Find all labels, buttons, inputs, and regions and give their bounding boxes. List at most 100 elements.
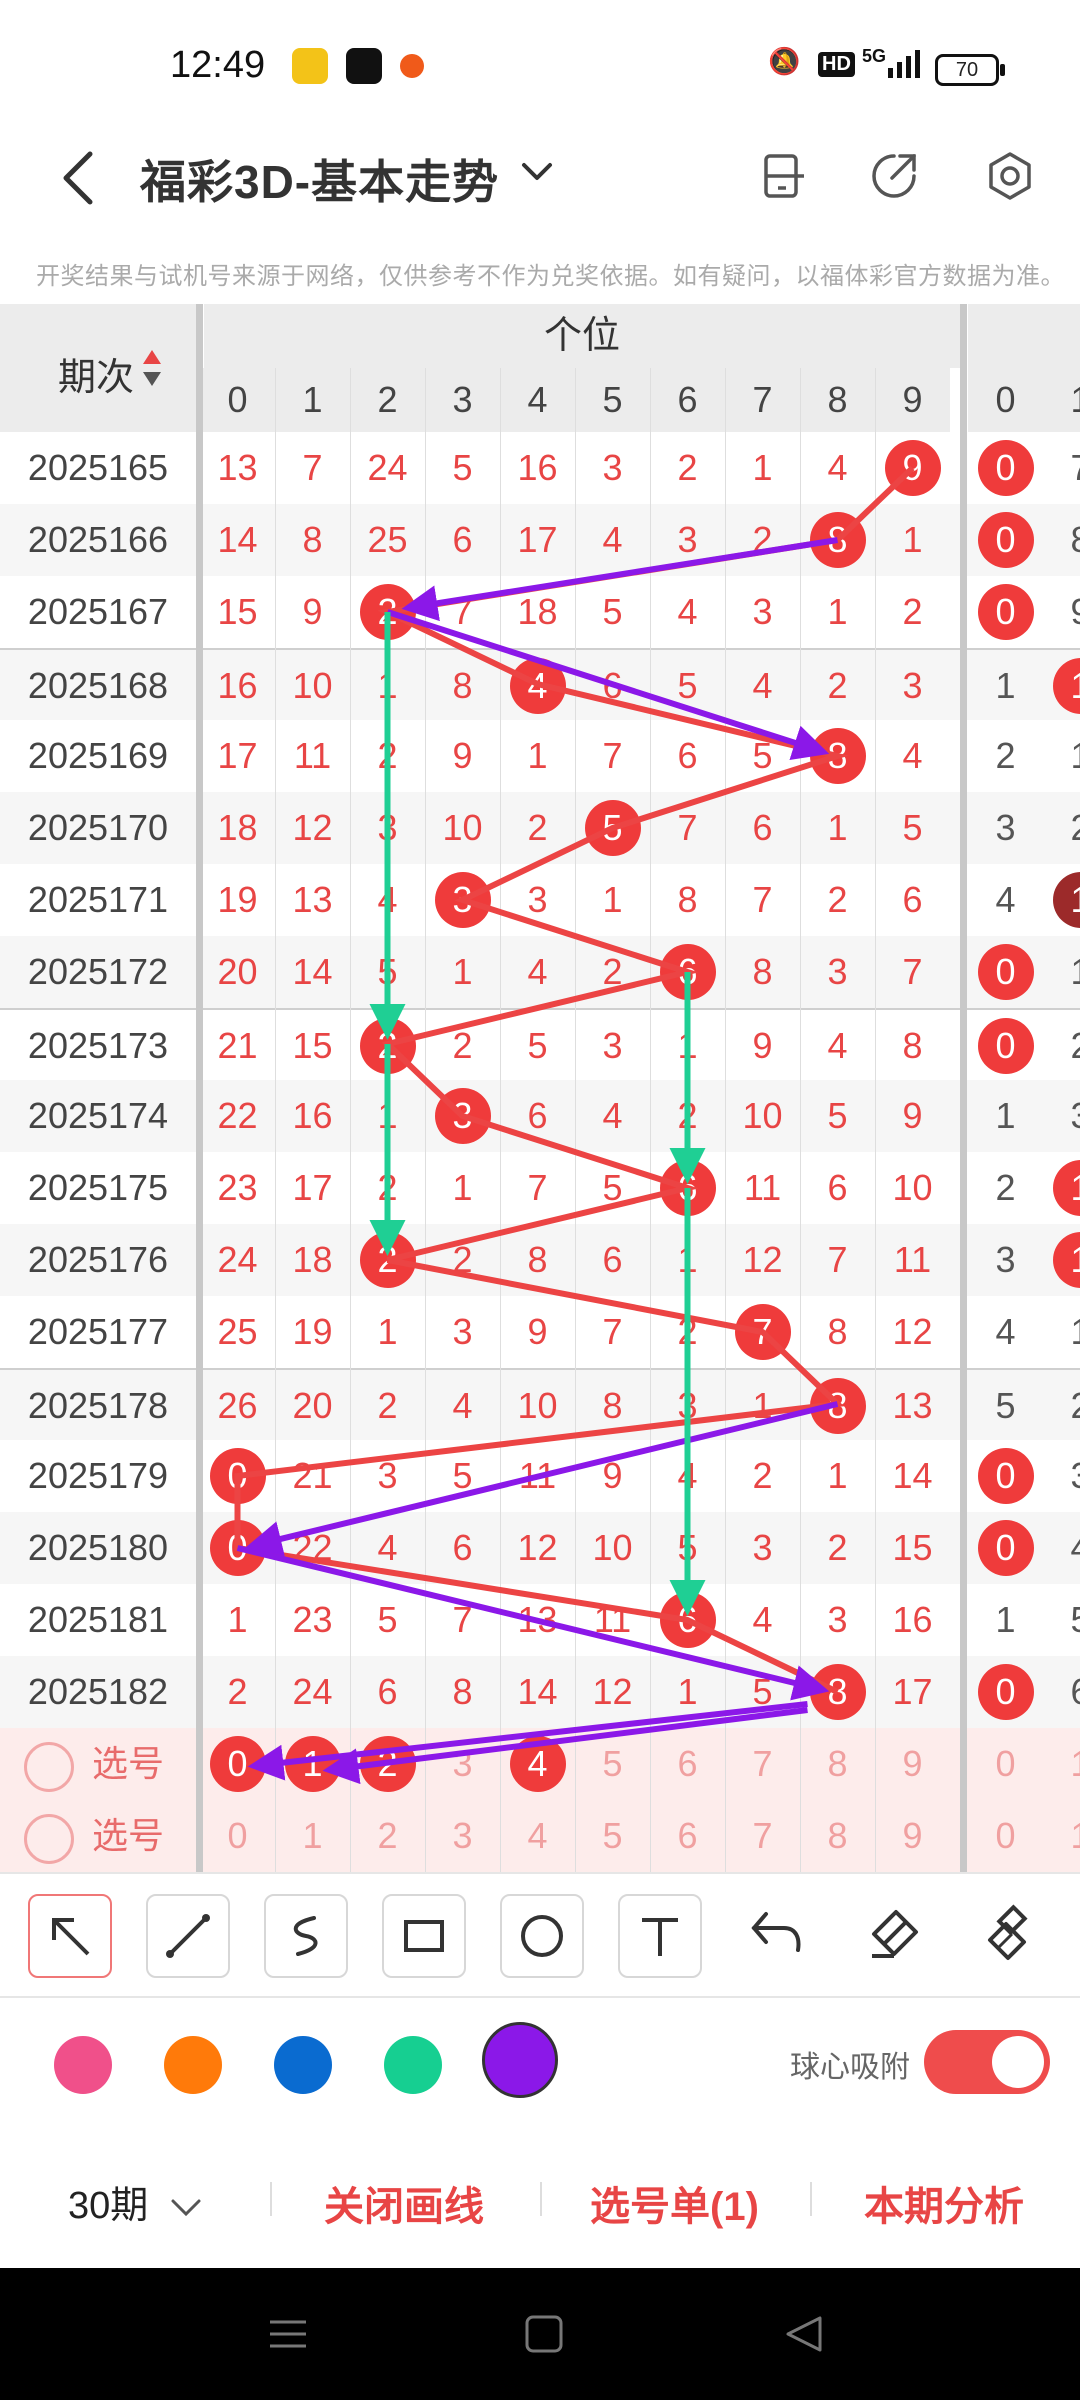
pick-row-radio[interactable] (24, 1742, 74, 1792)
rectangle-tool[interactable] (382, 1894, 466, 1978)
pick-ball[interactable]: 7 (725, 1800, 800, 1872)
hit-ball[interactable]: 1 (1052, 1160, 1080, 1216)
line-tool[interactable] (146, 1894, 230, 1978)
table-row[interactable]: 2025177251913972781241 (0, 1296, 1080, 1368)
pick-ball[interactable]: 2 (350, 1800, 425, 1872)
pick-ball[interactable]: 1 (1043, 1800, 1080, 1872)
pick-ball[interactable]: 7 (725, 1728, 800, 1800)
undo-icon[interactable] (748, 1904, 808, 1969)
table-row[interactable]: 2025166148256174328108 (0, 504, 1080, 576)
table-row[interactable]: 20251762418228611271131 (0, 1224, 1080, 1296)
back-icon[interactable] (52, 146, 112, 206)
pick-ball[interactable]: 3 (425, 1800, 500, 1872)
hit-ball[interactable]: 0 (977, 512, 1034, 568)
eraser-icon[interactable] (864, 1904, 924, 1969)
hit-ball[interactable]: 0 (977, 584, 1034, 640)
sort-icon[interactable] (142, 348, 162, 388)
pick-list-button[interactable]: 选号单(1) (590, 2174, 759, 2232)
menu-nav-icon[interactable] (268, 2314, 308, 2359)
pick-ball[interactable]: 0 (200, 1800, 275, 1872)
hit-ball[interactable]: 2 (359, 584, 416, 640)
hit-ball[interactable]: 7 (734, 1304, 791, 1360)
table-row[interactable]: 20251822246814121581706 (0, 1656, 1080, 1728)
hit-ball[interactable]: 1 (1052, 658, 1080, 714)
hit-ball[interactable]: 6 (659, 944, 716, 1000)
hit-ball[interactable]: 5 (584, 800, 641, 856)
chevron-down-icon[interactable] (520, 154, 554, 199)
table-row[interactable]: 20251782620241083181352 (0, 1368, 1080, 1442)
hit-ball[interactable]: 0 (977, 1664, 1034, 1720)
pick-row[interactable]: 选号012345678901 (0, 1800, 1080, 1872)
color-swatch-purple[interactable] (482, 2022, 558, 2098)
pick-row[interactable]: 选号012345678901 (0, 1728, 1080, 1800)
color-swatch-pink[interactable] (54, 2036, 112, 2094)
pick-ball-selected[interactable]: 2 (359, 1736, 416, 1792)
period-header[interactable]: 期次 (0, 304, 196, 432)
hit-ball[interactable]: 2 (359, 1232, 416, 1288)
pick-ball[interactable]: 9 (875, 1800, 950, 1872)
hit-ball[interactable]: 3 (434, 1088, 491, 1144)
table-row[interactable]: 202517321152253194802 (0, 1008, 1080, 1082)
color-swatch-orange[interactable] (164, 2036, 222, 2094)
pick-ball[interactable]: 8 (800, 1728, 875, 1800)
circle-tool[interactable] (500, 1894, 584, 1978)
back-nav-icon[interactable] (784, 2314, 824, 2359)
hit-ball[interactable]: 0 (209, 1520, 266, 1576)
table-row[interactable]: 202517119134331872641 (0, 864, 1080, 936)
pick-ball[interactable]: 4 (500, 1800, 575, 1872)
pick-ball[interactable]: 8 (800, 1800, 875, 1872)
pick-ball[interactable]: 3 (425, 1728, 500, 1800)
settings-gear-icon[interactable] (984, 150, 1036, 202)
hit-ball[interactable]: 0 (977, 1018, 1034, 1074)
table-row[interactable]: 20251800224612105321504 (0, 1512, 1080, 1584)
hit-ball[interactable]: 6 (659, 1592, 716, 1648)
hit-ball[interactable]: 0 (977, 944, 1034, 1000)
pick-ball[interactable]: 0 (968, 1800, 1043, 1872)
pick-ball[interactable]: 5 (575, 1800, 650, 1872)
table-row[interactable]: 2025174221613642105913 (0, 1080, 1080, 1152)
table-row[interactable]: 202516816101846542311 (0, 648, 1080, 722)
table-row[interactable]: 20251752317217561161021 (0, 1152, 1080, 1224)
hit-ball[interactable]: 8 (809, 512, 866, 568)
hit-ball[interactable]: 0 (977, 1448, 1034, 1504)
pick-ball-selected[interactable]: 4 (509, 1736, 566, 1792)
freehand-tool[interactable] (264, 1894, 348, 1978)
text-tool[interactable] (618, 1894, 702, 1978)
hit-ball[interactable]: 2 (359, 1018, 416, 1074)
analysis-button[interactable]: 本期分析 (864, 2174, 1024, 2232)
table-row[interactable]: 20251811235713116431615 (0, 1584, 1080, 1656)
table-row[interactable]: 2025170181231025761532 (0, 792, 1080, 864)
table-row[interactable]: 202517220145142683701 (0, 936, 1080, 1008)
device-icon[interactable] (758, 150, 810, 202)
color-swatch-blue[interactable] (274, 2036, 332, 2094)
table-row[interactable]: 2025179021351194211403 (0, 1440, 1080, 1512)
pick-ball[interactable]: 5 (575, 1728, 650, 1800)
pick-ball[interactable]: 1 (1043, 1728, 1080, 1800)
hit-ball[interactable]: 0 (977, 440, 1034, 496)
trend-table[interactable]: 期次 个位 012345678901 202516513724516321490… (0, 304, 1080, 1872)
snap-toggle[interactable] (924, 2030, 1050, 2094)
hit-ball[interactable]: 6 (659, 1160, 716, 1216)
hit-ball[interactable]: 8 (809, 1378, 866, 1434)
table-row[interactable]: 202516917112917658421 (0, 720, 1080, 792)
table-row[interactable]: 2025165137245163214907 (0, 432, 1080, 504)
select-arrow-tool[interactable] (28, 1894, 112, 1978)
period-select[interactable]: 30期 (68, 2174, 203, 2229)
hit-ball[interactable]: 4 (509, 658, 566, 714)
hit-ball[interactable]: 1 (1052, 1232, 1080, 1288)
hit-ball[interactable]: 8 (809, 728, 866, 784)
close-lines-button[interactable]: 关闭画线 (324, 2174, 484, 2232)
pick-ball[interactable]: 6 (650, 1728, 725, 1800)
pick-row-radio[interactable] (24, 1814, 74, 1864)
hit-ball[interactable]: 3 (434, 872, 491, 928)
table-row[interactable]: 202516715927185431209 (0, 576, 1080, 648)
hit-ball[interactable]: 0 (209, 1448, 266, 1504)
clear-brush-icon[interactable] (980, 1904, 1040, 1969)
page-title[interactable]: 福彩3D-基本走势 (140, 146, 499, 212)
pick-ball[interactable]: 6 (650, 1800, 725, 1872)
pick-ball[interactable]: 9 (875, 1728, 950, 1800)
hit-ball[interactable]: 0 (977, 1520, 1034, 1576)
pick-ball[interactable]: 0 (968, 1728, 1043, 1800)
share-icon[interactable] (868, 150, 920, 202)
color-swatch-green[interactable] (384, 2036, 442, 2094)
